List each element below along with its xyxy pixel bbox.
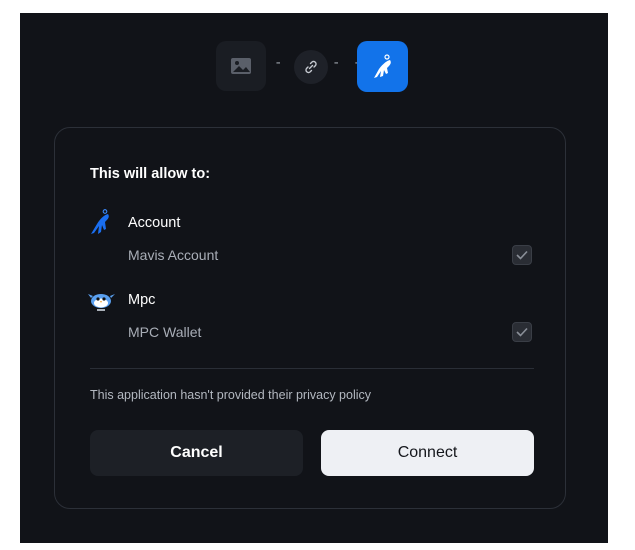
permission-title-mpc: Mpc — [128, 292, 156, 308]
connect-dialog: - - - - This will allow to: Account Mavi… — [20, 13, 608, 543]
permission-title-account: Account — [128, 215, 181, 231]
image-placeholder-icon — [216, 41, 266, 91]
cancel-button[interactable]: Cancel — [90, 430, 303, 476]
account-checkbox[interactable] — [512, 245, 532, 265]
card-title: This will allow to: — [90, 166, 211, 182]
account-bird-icon — [88, 208, 116, 236]
permissions-card: This will allow to: Account Mavis Accoun… — [54, 127, 566, 509]
permission-desc-account: Mavis Account — [128, 247, 219, 263]
permission-desc-mpc: MPC Wallet — [128, 324, 202, 340]
divider — [90, 368, 534, 369]
privacy-note: This application hasn't provided their p… — [90, 388, 371, 402]
connect-button[interactable]: Connect — [321, 430, 534, 476]
link-icon — [294, 50, 328, 84]
check-icon — [516, 327, 528, 337]
mpc-checkbox[interactable] — [512, 322, 532, 342]
check-icon — [516, 250, 528, 260]
ronin-bird-icon — [357, 41, 408, 92]
connection-header: - - - - — [20, 41, 608, 93]
mpc-bird-icon — [88, 287, 116, 315]
